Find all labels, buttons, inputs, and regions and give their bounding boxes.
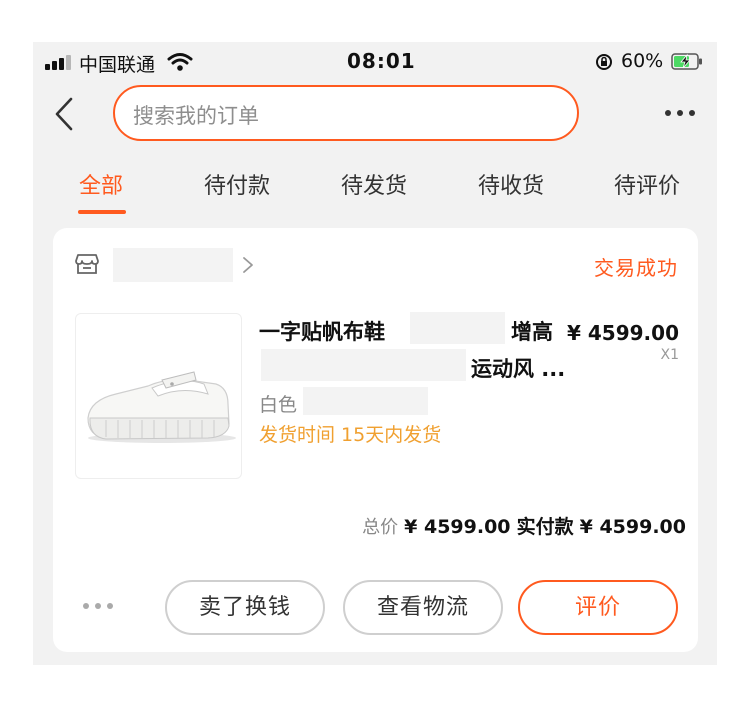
paid-value: ¥ 4599.00 <box>579 516 686 538</box>
search-placeholder: 搜索我的订单 <box>133 104 259 128</box>
product-title-part3[interactable]: 运动风 ... <box>471 353 565 383</box>
total-label: 总价 <box>362 517 399 538</box>
order-tabs: 全部 待付款 待发货 待收货 待评价 <box>33 164 717 220</box>
view-logistics-button[interactable]: 查看物流 <box>343 580 503 635</box>
wifi-icon <box>167 53 193 71</box>
sell-button[interactable]: 卖了换钱 <box>165 580 325 635</box>
review-button[interactable]: 评价 <box>518 580 678 635</box>
chevron-right-icon[interactable] <box>241 255 255 275</box>
orientation-lock-icon <box>596 54 612 70</box>
tab-pending-receipt[interactable]: 待收货 <box>478 168 544 200</box>
shop-name-redacted[interactable] <box>113 248 233 282</box>
order-status: 交易成功 <box>594 256 678 280</box>
total-value: ¥ 4599.00 <box>404 516 511 538</box>
product-price: ¥ 4599.00 <box>567 321 679 345</box>
status-bar: 中国联通 08:01 60% <box>33 42 717 80</box>
shipping-time: 发货时间 15天内发货 <box>259 424 442 446</box>
more-dots-icon[interactable] <box>83 603 117 611</box>
store-icon <box>75 254 99 274</box>
chevron-left-icon[interactable] <box>51 95 79 133</box>
product-thumbnail[interactable] <box>75 313 242 479</box>
tab-pending-shipment[interactable]: 待发货 <box>341 168 407 200</box>
tab-pending-review[interactable]: 待评价 <box>614 168 680 200</box>
tab-pending-payment[interactable]: 待付款 <box>204 168 270 200</box>
more-horizontal-icon[interactable] <box>665 110 697 118</box>
product-title-part1[interactable]: 一字贴帆布鞋 <box>259 316 385 346</box>
paid-label: 实付款 <box>516 516 574 538</box>
product-spec: 白色 <box>259 394 298 416</box>
active-tab-indicator <box>78 210 126 214</box>
carrier-name: 中国联通 <box>79 54 156 76</box>
tab-all[interactable]: 全部 <box>79 168 123 200</box>
shoe-image <box>87 371 236 443</box>
product-spec-redacted <box>303 387 428 415</box>
product-quantity: X1 <box>660 347 680 363</box>
product-title-redacted <box>410 312 505 344</box>
product-title-part2[interactable]: 增高 <box>511 316 553 346</box>
search-input[interactable]: 搜索我的订单 <box>113 85 579 141</box>
battery-charging-icon <box>671 53 702 70</box>
order-card: 交易成功 一字贴帆布鞋 增高 ¥ 4599.00 X1 运动风 ... 白色 发… <box>53 228 698 652</box>
order-totals: 总价 ¥ 4599.00 实付款 ¥ 4599.00 <box>362 512 686 539</box>
battery-percent: 60% <box>621 50 664 72</box>
signal-bars-icon <box>45 54 73 70</box>
clock-time: 08:01 <box>347 49 416 73</box>
phone-screen: 中国联通 08:01 60% 搜索我的订单 全部 待付款 待发货 待收货 待评价… <box>33 42 717 665</box>
product-title-redacted-2 <box>261 349 466 381</box>
